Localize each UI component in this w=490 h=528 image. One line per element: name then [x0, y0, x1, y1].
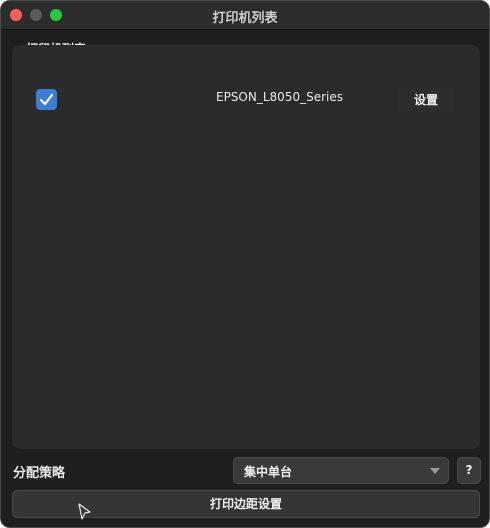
printers-group: EPSON_L8050_Series 设置: [12, 45, 480, 449]
chevron-down-icon: [430, 468, 440, 474]
printer-enabled-checkbox[interactable]: [36, 89, 57, 110]
strategy-select-value: 集中单台: [244, 465, 293, 479]
printer-settings-button[interactable]: 设置: [398, 86, 454, 114]
title-bar: 打印机列表: [1, 1, 489, 30]
window-title: 打印机列表: [212, 11, 278, 26]
help-button[interactable]: ?: [457, 457, 481, 484]
printer-name: EPSON_L8050_Series: [216, 90, 343, 104]
printer-list-window: 打印机列表 打印机列表 EPSON_L8050_Series 设置 分配策略 集…: [0, 0, 490, 528]
strategy-label: 分配策略: [13, 466, 66, 481]
mouse-cursor-icon: [78, 503, 91, 520]
strategy-select[interactable]: 集中单台: [233, 457, 449, 484]
checkmark-icon: [39, 93, 54, 106]
